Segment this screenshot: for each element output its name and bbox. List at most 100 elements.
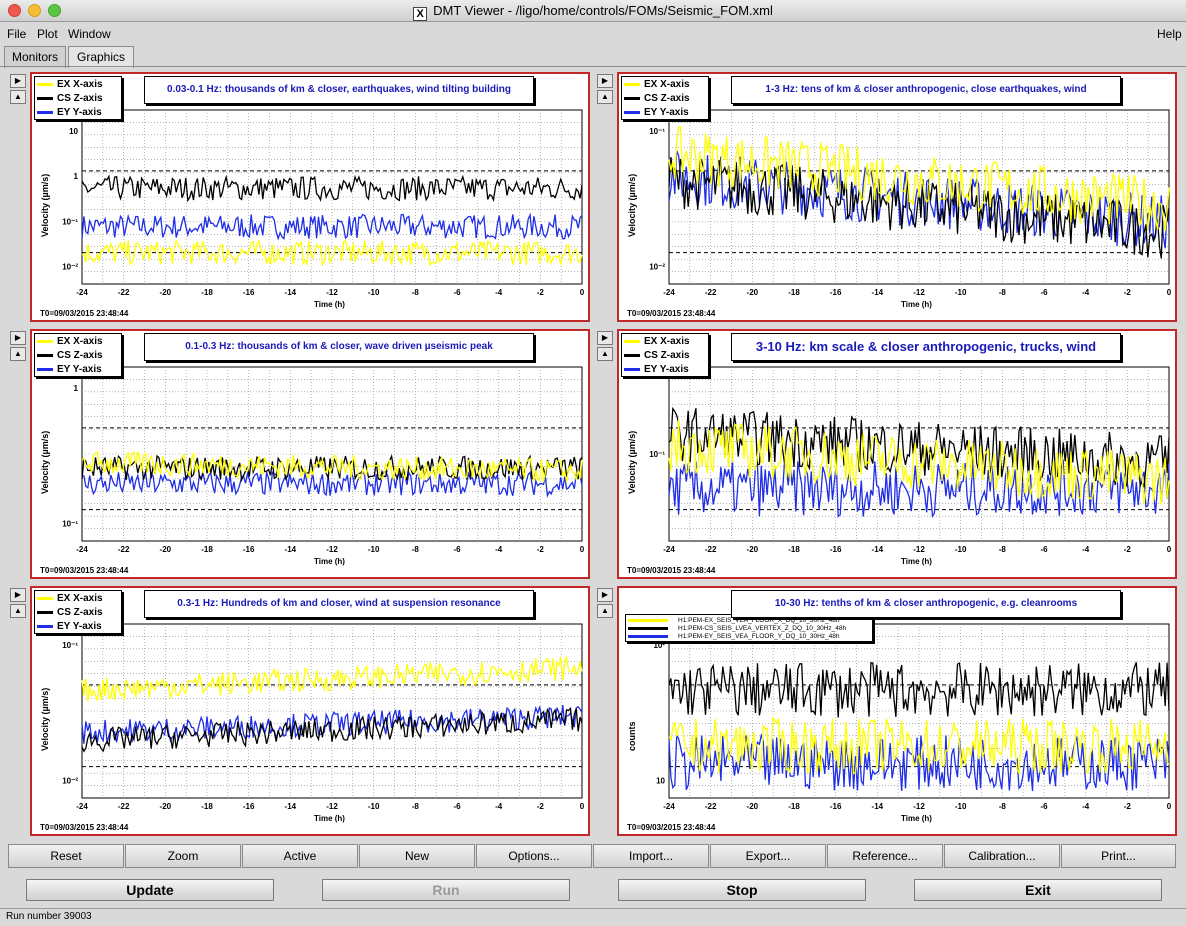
plot-panel-1-3hz[interactable]: -24 -22 -20 -18 -16 -14 -12 -10 -8 -6 -4 -2 0 10⁻¹ 10⁻… bbox=[617, 72, 1177, 322]
plot-panel-usiesmic[interactable]: -24 -22 -20 -18 -16 -14 -12 -10 -8 -6 -4 -2 0 1 10⁻¹ EX… bbox=[30, 329, 590, 579]
panel-1-3hz-next-button[interactable]: ▶ bbox=[597, 74, 613, 88]
panel-10-30hz-next-button[interactable]: ▶ bbox=[597, 588, 613, 602]
reference-button[interactable]: Reference... bbox=[827, 844, 943, 868]
plot-legend[interactable]: EX X-axis CS Z-axis EY Y-axis bbox=[34, 333, 122, 377]
panel-usiesmic-next-button[interactable]: ▶ bbox=[10, 331, 26, 345]
x-axis-label: Time (h) bbox=[901, 814, 932, 823]
legend-entry: EY Y-axis bbox=[624, 106, 689, 120]
import-button[interactable]: Import... bbox=[593, 844, 709, 868]
x-tick-label: -18 bbox=[201, 288, 213, 297]
plot-panel-0p3-1hz[interactable]: -24 -22 -20 -18 -16 -14 -12 -10 -8 -6 -4 -2 0 10⁻¹ 10⁻… bbox=[30, 586, 590, 836]
tab-divider bbox=[0, 66, 1186, 67]
x-tick-label: -4 bbox=[495, 802, 503, 811]
menu-window[interactable]: Window bbox=[68, 27, 111, 41]
menu-plot[interactable]: Plot bbox=[37, 27, 58, 41]
options-button[interactable]: Options... bbox=[476, 844, 592, 868]
legend-swatch bbox=[628, 634, 668, 638]
panel-3-10hz-prev-button[interactable]: ▲ bbox=[597, 347, 613, 361]
x-tick-label: -12 bbox=[326, 545, 338, 554]
panel-lowfreq-prev-button[interactable]: ▲ bbox=[10, 90, 26, 104]
plot-title: 10-30 Hz: tenths of km & closer anthropo… bbox=[731, 590, 1121, 618]
x-tick-label: -14 bbox=[285, 545, 297, 554]
plot-panel-lowfreq[interactable]: -24 -22 -20 -18 -16 -14 -12 -10 -8 -6 -4 -2 0 10 1 10⁻¹… bbox=[30, 72, 590, 322]
plot-panel-3-10hz[interactable]: -24 -22 -20 -18 -16 -14 -12 -10 -8 -6 -4 -2 0 10⁻¹ EX … bbox=[617, 329, 1177, 579]
legend-entry: H1:PEM-CS_SEIS_LVEA_VERTEX_Z_DQ_10_30Hz_… bbox=[628, 625, 846, 633]
run-button[interactable]: Run bbox=[322, 879, 570, 901]
x-tick-label: -24 bbox=[76, 545, 88, 554]
stop-button[interactable]: Stop bbox=[618, 879, 866, 901]
x-tick-label: -2 bbox=[1124, 288, 1132, 297]
panel-lowfreq-next-button[interactable]: ▶ bbox=[10, 74, 26, 88]
x-tick-label: -12 bbox=[326, 288, 338, 297]
zoom-window-button[interactable] bbox=[48, 4, 61, 17]
plot-legend[interactable]: EX X-axis CS Z-axis EY Y-axis bbox=[621, 76, 709, 120]
tab-monitors[interactable]: Monitors bbox=[4, 46, 66, 68]
x-tick-label: 0 bbox=[1167, 545, 1172, 554]
legend-label: CS Z-axis bbox=[57, 350, 103, 361]
x-tick-label: -6 bbox=[1040, 802, 1048, 811]
minimize-window-button[interactable] bbox=[28, 4, 41, 17]
legend-entry: EX X-axis bbox=[37, 592, 103, 606]
legend-swatch bbox=[37, 367, 53, 371]
t0-label: T0=09/03/2015 23:48:44 bbox=[627, 309, 716, 318]
legend-label: EX X-axis bbox=[57, 336, 103, 347]
y-axis-label: Velocity (µm/s) bbox=[627, 173, 637, 237]
plot-title: 3-10 Hz: km scale & closer anthropogenic… bbox=[731, 333, 1121, 361]
x-tick-label: -24 bbox=[663, 802, 675, 811]
reset-button[interactable]: Reset bbox=[8, 844, 124, 868]
legend-entry: EY Y-axis bbox=[37, 363, 102, 377]
tab-graphics[interactable]: Graphics bbox=[68, 46, 134, 68]
legend-entry: EY Y-axis bbox=[624, 363, 689, 377]
x-tick-label: -14 bbox=[872, 802, 884, 811]
x-tick-label: -18 bbox=[788, 545, 800, 554]
panel-usiesmic-prev-button[interactable]: ▲ bbox=[10, 347, 26, 361]
x-tick-label: -6 bbox=[453, 288, 461, 297]
print-button[interactable]: Print... bbox=[1061, 844, 1176, 868]
x-tick-label: -14 bbox=[285, 288, 297, 297]
legend-entry: CS Z-axis bbox=[37, 349, 103, 363]
x-tick-label: -16 bbox=[830, 288, 842, 297]
x-tick-label: -2 bbox=[1124, 802, 1132, 811]
x-tick-label: -10 bbox=[368, 288, 380, 297]
t0-label: T0=09/03/2015 23:48:44 bbox=[40, 309, 129, 318]
panel-10-30hz-prev-button[interactable]: ▲ bbox=[597, 604, 613, 618]
x-tick-label: -18 bbox=[788, 802, 800, 811]
legend-swatch bbox=[624, 96, 640, 100]
plot-panel-10-30hz[interactable]: -24 -22 -20 -18 -16 -14 -12 -10 -8 -6 -4 -2 0 10² 10 H1… bbox=[617, 586, 1177, 836]
legend-label: EX X-axis bbox=[644, 79, 690, 90]
y-axis-label: Velocity (µm/s) bbox=[40, 173, 50, 237]
x-tick-label: -14 bbox=[285, 802, 297, 811]
x-tick-label: -8 bbox=[999, 545, 1007, 554]
menu-help[interactable]: Help bbox=[1157, 27, 1182, 41]
active-button[interactable]: Active bbox=[242, 844, 358, 868]
legend-swatch bbox=[628, 618, 668, 622]
plot-legend[interactable]: EX X-axis CS Z-axis EY Y-axis bbox=[34, 76, 122, 120]
legend-label: H1:PEM-CS_SEIS_LVEA_VERTEX_Z_DQ_10_30Hz_… bbox=[678, 625, 847, 632]
plot-legend[interactable]: EX X-axis CS Z-axis EY Y-axis bbox=[34, 590, 122, 634]
x-tick-label: -16 bbox=[243, 802, 255, 811]
x-tick-label: -6 bbox=[453, 545, 461, 554]
close-window-button[interactable] bbox=[8, 4, 21, 17]
plot-legend[interactable]: EX X-axis CS Z-axis EY Y-axis bbox=[621, 333, 709, 377]
panel-0p3-1hz-prev-button[interactable]: ▲ bbox=[10, 604, 26, 618]
plot-toolbar: Reset Zoom Active New Options... Import.… bbox=[8, 844, 1176, 868]
legend-swatch bbox=[37, 610, 53, 614]
panel-0p3-1hz-next-button[interactable]: ▶ bbox=[10, 588, 26, 602]
plot-title: 0.3-1 Hz: Hundreds of km and closer, win… bbox=[144, 590, 534, 618]
legend-swatch bbox=[628, 626, 668, 630]
zoom-button[interactable]: Zoom bbox=[125, 844, 241, 868]
new-button[interactable]: New bbox=[359, 844, 475, 868]
menu-file[interactable]: File bbox=[7, 27, 26, 41]
x-tick-label: -6 bbox=[1040, 288, 1048, 297]
x-tick-label: -12 bbox=[913, 802, 925, 811]
plot-legend[interactable]: H1:PEM-EX_SEIS_VEA_FLOOR_X_DQ_10_30Hz_48… bbox=[625, 614, 873, 642]
legend-label: H1:PEM-EY_SEIS_VEA_FLOOR_Y_DQ_10_30Hz_48… bbox=[678, 633, 840, 640]
panel-1-3hz-prev-button[interactable]: ▲ bbox=[597, 90, 613, 104]
exit-button[interactable]: Exit bbox=[914, 879, 1162, 901]
x-tick-label: -12 bbox=[913, 545, 925, 554]
export-button[interactable]: Export... bbox=[710, 844, 826, 868]
panel-3-10hz-next-button[interactable]: ▶ bbox=[597, 331, 613, 345]
y-tick-label: 10 bbox=[656, 777, 665, 786]
update-button[interactable]: Update bbox=[26, 879, 274, 901]
calibration-button[interactable]: Calibration... bbox=[944, 844, 1060, 868]
